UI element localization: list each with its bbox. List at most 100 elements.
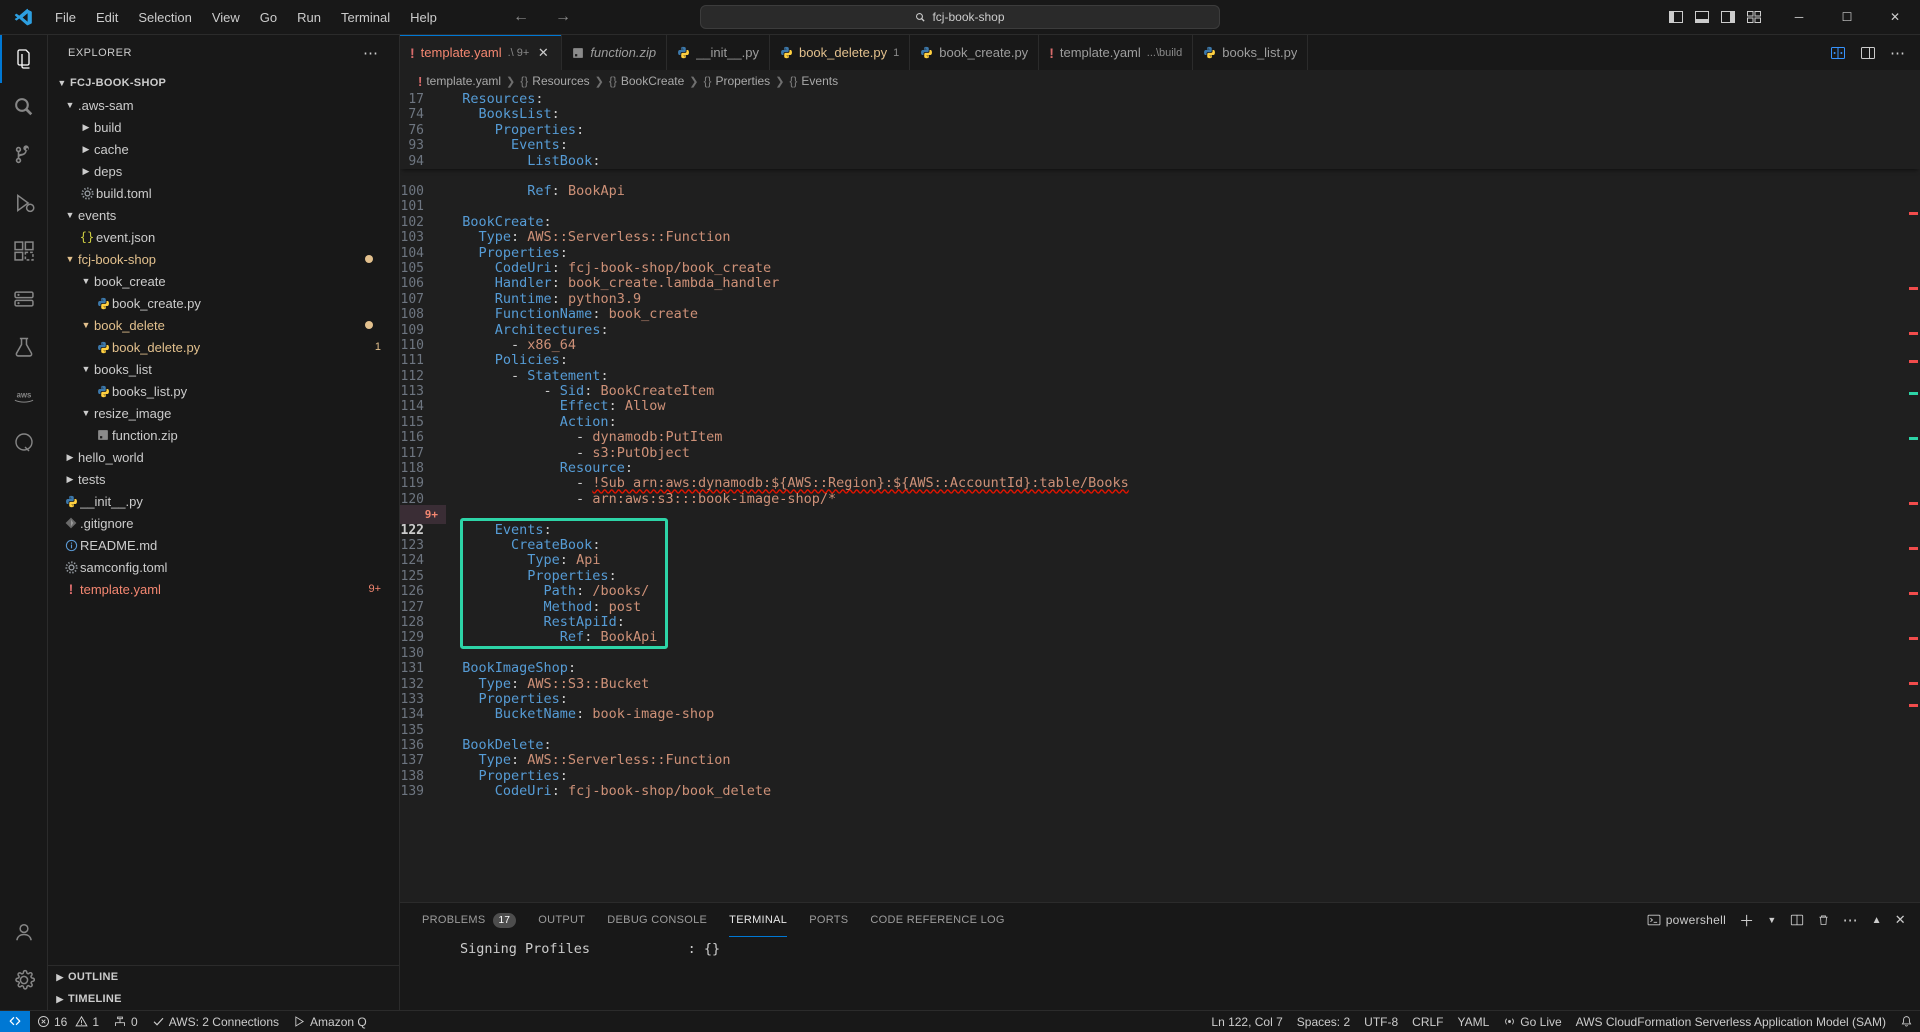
code-line[interactable]: 105 CodeUri: fcj-book-shop/book_create: [400, 260, 1920, 276]
code-line[interactable]: 107 Runtime: python3.9: [400, 291, 1920, 307]
panel-bottom-icon[interactable]: [1694, 9, 1710, 25]
terminal-selector[interactable]: powershell: [1647, 913, 1726, 927]
activitybar-item-source-control[interactable]: [0, 131, 48, 179]
tree-item-gitignore[interactable]: .gitignore: [48, 512, 399, 534]
breadcrumb-item-resources[interactable]: {} Resources: [520, 74, 589, 88]
code-editor[interactable]: 100 Ref: BookApi 101 102 BookCreate: 103 Ty…: [400, 92, 1920, 902]
code-line[interactable]: 137 Type: AWS::Serverless::Function: [400, 753, 1920, 769]
breadcrumb-item-bookcreate[interactable]: {} BookCreate: [609, 74, 684, 88]
code-line[interactable]: 102 BookCreate:: [400, 214, 1920, 230]
panel-right-icon[interactable]: [1720, 9, 1736, 25]
status-remote-button[interactable]: [0, 1010, 30, 1032]
menu-selection[interactable]: Selection: [129, 7, 200, 28]
tree-item-books-list[interactable]: ▼ books_list: [48, 358, 399, 380]
tree-item-build-toml[interactable]: build.toml: [48, 182, 399, 204]
breadcrumb-item-properties[interactable]: {} Properties: [703, 74, 770, 88]
minimize-button[interactable]: ─: [1776, 0, 1822, 35]
code-column[interactable]: 100 Ref: BookApi 101 102 BookCreate: 103 Ty…: [400, 92, 1920, 902]
layout-editor-icon[interactable]: [1860, 45, 1876, 61]
code-line[interactable]: 111 Policies:: [400, 353, 1920, 369]
status-cursor-position[interactable]: Ln 122, Col 7: [1204, 1011, 1289, 1032]
maximize-button[interactable]: ☐: [1824, 0, 1870, 35]
more-actions-icon[interactable]: ⋯: [1890, 44, 1906, 62]
ellipsis-icon[interactable]: ⋯: [363, 44, 379, 62]
tab-template-yaml-build[interactable]: ! template.yaml ...\build: [1039, 35, 1194, 70]
code-line[interactable]: 120 - arn:aws:s3:::book-image-shop/*: [400, 491, 1920, 507]
new-terminal-icon[interactable]: ＋: [1739, 910, 1754, 931]
status-amazon-q[interactable]: Amazon Q: [286, 1011, 374, 1032]
tree-item-book-delete[interactable]: ▼ book_delete: [48, 314, 399, 336]
tree-item-book-create[interactable]: ▼ book_create: [48, 270, 399, 292]
code-line[interactable]: 130: [400, 646, 1920, 661]
activitybar-item-testing[interactable]: [0, 323, 48, 371]
tree-item-readme-md[interactable]: README.md: [48, 534, 399, 556]
tree-item-tests[interactable]: ▶ tests: [48, 468, 399, 490]
code-line[interactable]: 104 Properties:: [400, 245, 1920, 261]
activitybar-item-search[interactable]: [0, 83, 48, 131]
arrow-right-icon[interactable]: →: [552, 8, 574, 26]
more-actions-icon[interactable]: ⋯: [1843, 911, 1859, 929]
panel-tab-ports[interactable]: PORTS: [809, 903, 848, 937]
code-line[interactable]: 115 Action:: [400, 414, 1920, 430]
code-line[interactable]: 114 Effect: Allow: [400, 399, 1920, 415]
breadcrumb-item-events[interactable]: {} Events: [789, 74, 838, 88]
code-line[interactable]: 123 CreateBook:: [400, 537, 1920, 553]
status-problems[interactable]: 16 1: [30, 1011, 106, 1032]
code-line[interactable]: 131 BookImageShop:: [400, 660, 1920, 676]
tree-item-books-list-py[interactable]: books_list.py: [48, 380, 399, 402]
command-center[interactable]: fcj-book-shop: [700, 5, 1220, 29]
split-terminal-icon[interactable]: [1790, 913, 1804, 927]
menu-file[interactable]: File: [46, 7, 85, 28]
menu-help[interactable]: Help: [401, 7, 446, 28]
code-line[interactable]: 139 CodeUri: fcj-book-shop/book_delete: [400, 784, 1920, 800]
tab-init-py[interactable]: __init__.py: [667, 35, 770, 70]
activitybar-item-accounts[interactable]: [0, 908, 48, 956]
code-line[interactable]: 133 Properties:: [400, 691, 1920, 707]
tab-book-create-py[interactable]: book_create.py: [910, 35, 1040, 70]
tree-item-events[interactable]: ▼ events: [48, 204, 399, 226]
status-ports[interactable]: 0: [106, 1011, 145, 1032]
file-tree[interactable]: ▼ FCJ-BOOK-SHOP ▼ .aws-sam ▶ build ▶ cac…: [48, 70, 399, 965]
close-button[interactable]: ✕: [1872, 0, 1918, 35]
panel-tab-code-reference-log[interactable]: CODE REFERENCE LOG: [870, 903, 1004, 937]
code-line[interactable]: 125 Properties:: [400, 568, 1920, 584]
status-go-live[interactable]: Go Live: [1496, 1011, 1568, 1032]
code-line[interactable]: 135: [400, 723, 1920, 738]
chevron-down-icon[interactable]: ▼: [1767, 915, 1776, 925]
code-line[interactable]: 121: [400, 507, 1920, 522]
code-line[interactable]: 128 RestApiId:: [400, 614, 1920, 630]
status-indentation[interactable]: Spaces: 2: [1290, 1011, 1357, 1032]
code-line[interactable]: 134 BucketName: book-image-shop: [400, 707, 1920, 723]
tree-item-deps[interactable]: ▶ deps: [48, 160, 399, 182]
sticky-scroll-header[interactable]: 17 Resources: 74 BooksList: 76 Properties:…: [400, 92, 1920, 169]
menu-view[interactable]: View: [203, 7, 249, 28]
menu-go[interactable]: Go: [251, 7, 286, 28]
activitybar-item-amazon-q[interactable]: [0, 419, 48, 467]
code-line[interactable]: 124 Type: Api: [400, 553, 1920, 569]
code-line[interactable]: 113 - Sid: BookCreateItem: [400, 383, 1920, 399]
tab-books-list-py[interactable]: books_list.py: [1193, 35, 1309, 70]
code-line[interactable]: 103 Type: AWS::Serverless::Function: [400, 229, 1920, 245]
status-sam[interactable]: AWS CloudFormation Serverless Applicatio…: [1569, 1011, 1893, 1032]
code-line[interactable]: 136 BookDelete:: [400, 737, 1920, 753]
tree-item-resize-image[interactable]: ▼ resize_image: [48, 402, 399, 424]
terminal-output[interactable]: Signing Profiles : {}: [400, 937, 1920, 1010]
activitybar-item-remote-explorer[interactable]: [0, 275, 48, 323]
code-line[interactable]: 138 Properties:: [400, 768, 1920, 784]
tree-item-build[interactable]: ▶ build: [48, 116, 399, 138]
code-scroll[interactable]: 100 Ref: BookApi 101 102 BookCreate: 103 Ty…: [400, 92, 1920, 902]
activitybar-item-aws-toolkit[interactable]: aws: [0, 371, 48, 419]
activitybar-item-extensions[interactable]: [0, 227, 48, 275]
panel-left-icon[interactable]: [1668, 9, 1684, 25]
close-icon[interactable]: ✕: [535, 45, 551, 61]
panel-tab-terminal[interactable]: TERMINAL: [729, 903, 788, 937]
split-editor-icon[interactable]: [1830, 45, 1846, 61]
tab-template-yaml[interactable]: ! template.yaml .\ 9+ ✕: [400, 35, 563, 70]
tree-item-hello-world[interactable]: ▶ hello_world: [48, 446, 399, 468]
code-line[interactable]: 108 FunctionName: book_create: [400, 306, 1920, 322]
menu-edit[interactable]: Edit: [87, 7, 127, 28]
menu-run[interactable]: Run: [288, 7, 330, 28]
status-eol[interactable]: CRLF: [1405, 1011, 1450, 1032]
status-aws-connections[interactable]: AWS: 2 Connections: [145, 1011, 286, 1032]
code-line[interactable]: 132 Type: AWS::S3::Bucket: [400, 676, 1920, 692]
